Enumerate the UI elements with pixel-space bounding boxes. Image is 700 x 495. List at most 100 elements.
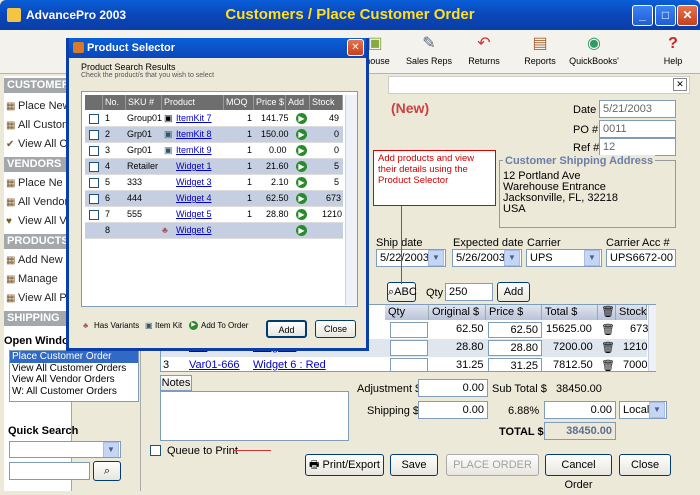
quick-search-button[interactable]: ⌕ <box>93 461 121 481</box>
add-to-order-icon[interactable]: ▶ <box>296 209 307 220</box>
column-header[interactable]: MOQ <box>224 95 254 110</box>
qty-cell[interactable] <box>390 340 428 356</box>
dialog-add-button[interactable]: Add <box>266 320 307 338</box>
add-item-button[interactable]: Add <box>497 282 530 302</box>
expected-date-select[interactable]: 5/26/2003 ▼ <box>452 249 522 267</box>
sidebar-item-place-new-order[interactable]: ▦ Place New <box>6 98 72 114</box>
grid-scrollbar[interactable] <box>345 95 357 305</box>
open-window-item[interactable]: View All Vendor Orders <box>10 374 138 386</box>
adjustment-field[interactable]: 0.00 <box>418 379 488 397</box>
toolbar-quickbooks[interactable]: ◉ QuickBooks' <box>568 32 620 72</box>
list-item[interactable]: 3 Grp01 ▣ ItemKit 9 1 0.00 ▶ 0 <box>85 143 343 159</box>
sidebar-item-view-all-vendor-orders[interactable]: ♥ View All V <box>6 213 72 229</box>
sidebar-item-view-all-products[interactable]: ▦ View All P <box>6 290 72 306</box>
row-sku[interactable]: Var01-666 <box>189 359 240 371</box>
column-header[interactable]: Qty <box>385 305 429 320</box>
add-to-order-icon[interactable]: ▶ <box>296 177 307 188</box>
place-order-button[interactable]: PLACE ORDER <box>446 454 539 476</box>
column-header[interactable]: No. <box>103 95 126 110</box>
notes-button[interactable]: Notes <box>160 375 192 391</box>
tax-field[interactable]: 0.00 <box>544 401 616 419</box>
column-header[interactable]: SKU # <box>126 95 162 110</box>
add-to-order-icon[interactable]: ▶ <box>296 145 307 156</box>
open-window-item[interactable]: View All Customer Orders <box>10 363 138 375</box>
column-header[interactable]: Product <box>162 95 224 110</box>
column-header[interactable]: Total $ <box>542 305 598 320</box>
row-product[interactable]: Widget 3 <box>176 177 212 187</box>
sidebar-item-view-all-customer-orders[interactable]: ✔ View All C <box>6 136 72 152</box>
row-product[interactable]: ItemKit 8 <box>176 129 212 139</box>
price-cell[interactable]: 31.25 <box>488 358 542 371</box>
column-header[interactable]: Stock <box>616 305 647 320</box>
sidebar-item-add-new-product[interactable]: ▦ Add New <box>6 252 72 268</box>
close-tab-icon[interactable]: ✕ <box>673 78 687 91</box>
date-field[interactable]: 5/21/2003 <box>599 100 676 118</box>
row-product[interactable]: Widget 6 <box>176 225 212 235</box>
cancel-order-button[interactable]: Cancel Order <box>545 454 612 491</box>
open-windows-list[interactable]: Place Customer Order View All Customer O… <box>9 350 139 402</box>
row-checkbox[interactable] <box>89 146 99 156</box>
qty-cell[interactable] <box>390 358 428 371</box>
row-product[interactable]: Widget 1 <box>176 161 212 171</box>
ship-date-select[interactable]: 5/22/2003 ▼ <box>376 249 446 267</box>
column-header[interactable]: Add <box>286 95 310 110</box>
sidebar-item-manage-products[interactable]: ▦ Manage <box>6 271 72 287</box>
qty-field[interactable]: 250 <box>445 283 493 301</box>
list-item[interactable]: 7 555 Widget 5 1 28.80 ▶ 1210 <box>85 207 343 223</box>
sidebar-item-all-vendors[interactable]: ▦ All Vendors <box>6 194 72 210</box>
toolbar-sales-reps[interactable]: ✎ Sales Reps <box>404 32 454 72</box>
add-to-order-icon[interactable]: ▶ <box>296 225 307 236</box>
po-field[interactable]: 0011 <box>599 120 676 138</box>
price-cell[interactable]: 62.50 <box>488 322 542 338</box>
quick-search-input[interactable] <box>9 462 90 480</box>
table-row[interactable]: 3 Var01-666 Widget 6 : Red 31.25 31.25 7… <box>161 357 647 371</box>
tax-region-select[interactable]: Local ▼ <box>619 401 667 419</box>
trash-icon[interactable]: 🗑 <box>601 341 615 354</box>
trash-icon[interactable]: 🗑 <box>601 359 615 371</box>
column-header[interactable] <box>85 95 103 110</box>
add-to-order-icon[interactable]: ▶ <box>296 113 307 124</box>
row-product[interactable]: Widget 4 <box>176 193 212 203</box>
list-item[interactable]: 4 Retailer Widget 1 1 21.60 ▶ 5 <box>85 159 343 175</box>
sidebar-header-vendors[interactable]: VENDORS <box>4 157 72 172</box>
row-checkbox[interactable] <box>89 130 99 140</box>
minimize-button[interactable]: _ <box>632 5 653 26</box>
trash-icon[interactable]: 🗑 <box>601 323 615 336</box>
row-checkbox[interactable] <box>89 178 99 188</box>
list-item[interactable]: 2 Grp01 ▣ ItemKit 8 1 150.00 ▶ 0 <box>85 127 343 143</box>
table-scrollbar[interactable] <box>648 305 656 371</box>
column-header[interactable]: Original $ <box>429 305 486 320</box>
sidebar-header-customers[interactable]: CUSTOMERS <box>4 78 72 93</box>
close-window-button[interactable]: ✕ <box>677 5 698 26</box>
price-cell[interactable]: 28.80 <box>488 340 542 356</box>
carrier-select[interactable]: UPS ▼ <box>526 249 602 267</box>
quick-search-type-select[interactable]: ▼ <box>9 441 121 458</box>
row-product[interactable]: Widget 6 : Red <box>253 359 326 371</box>
find-product-button[interactable]: ⌕ABC <box>387 282 417 302</box>
row-product[interactable]: ItemKit 7 <box>176 113 212 123</box>
dialog-close-button[interactable]: Close <box>315 320 356 338</box>
notes-textarea[interactable] <box>160 391 349 441</box>
column-header[interactable]: Price $ <box>254 95 286 110</box>
add-to-order-icon[interactable]: ▶ <box>296 161 307 172</box>
ref-field[interactable]: 12 <box>599 138 676 156</box>
add-to-order-icon[interactable]: ▶ <box>296 129 307 140</box>
row-checkbox[interactable] <box>89 210 99 220</box>
column-header[interactable]: Stock <box>310 95 343 110</box>
close-button[interactable]: Close <box>619 454 671 476</box>
list-item[interactable]: 8 ♣ Widget 6 ▶ <box>85 223 343 239</box>
print-export-button[interactable]: 🖶 Print/Export <box>305 454 384 476</box>
row-checkbox[interactable] <box>89 194 99 204</box>
open-window-item[interactable]: W: All Customer Orders <box>10 386 138 398</box>
list-item[interactable]: 6 444 Widget 4 1 62.50 ▶ 673 <box>85 191 343 207</box>
carrier-acc-field[interactable]: UPS6672-00 <box>606 249 676 267</box>
open-window-item[interactable]: Place Customer Order <box>10 351 138 363</box>
row-product[interactable]: ItemKit 9 <box>176 145 212 155</box>
toolbar-help[interactable]: ? Help <box>655 32 691 72</box>
sidebar-item-place-vendor-order[interactable]: ▦ Place Ne <box>6 175 72 191</box>
add-to-order-icon[interactable]: ▶ <box>296 193 307 204</box>
list-item[interactable]: 5 333 Widget 3 1 2.10 ▶ 5 <box>85 175 343 191</box>
toolbar-returns[interactable]: ↶ Returns <box>462 32 506 72</box>
row-product[interactable]: Widget 5 <box>176 209 212 219</box>
row-checkbox[interactable] <box>89 114 99 124</box>
